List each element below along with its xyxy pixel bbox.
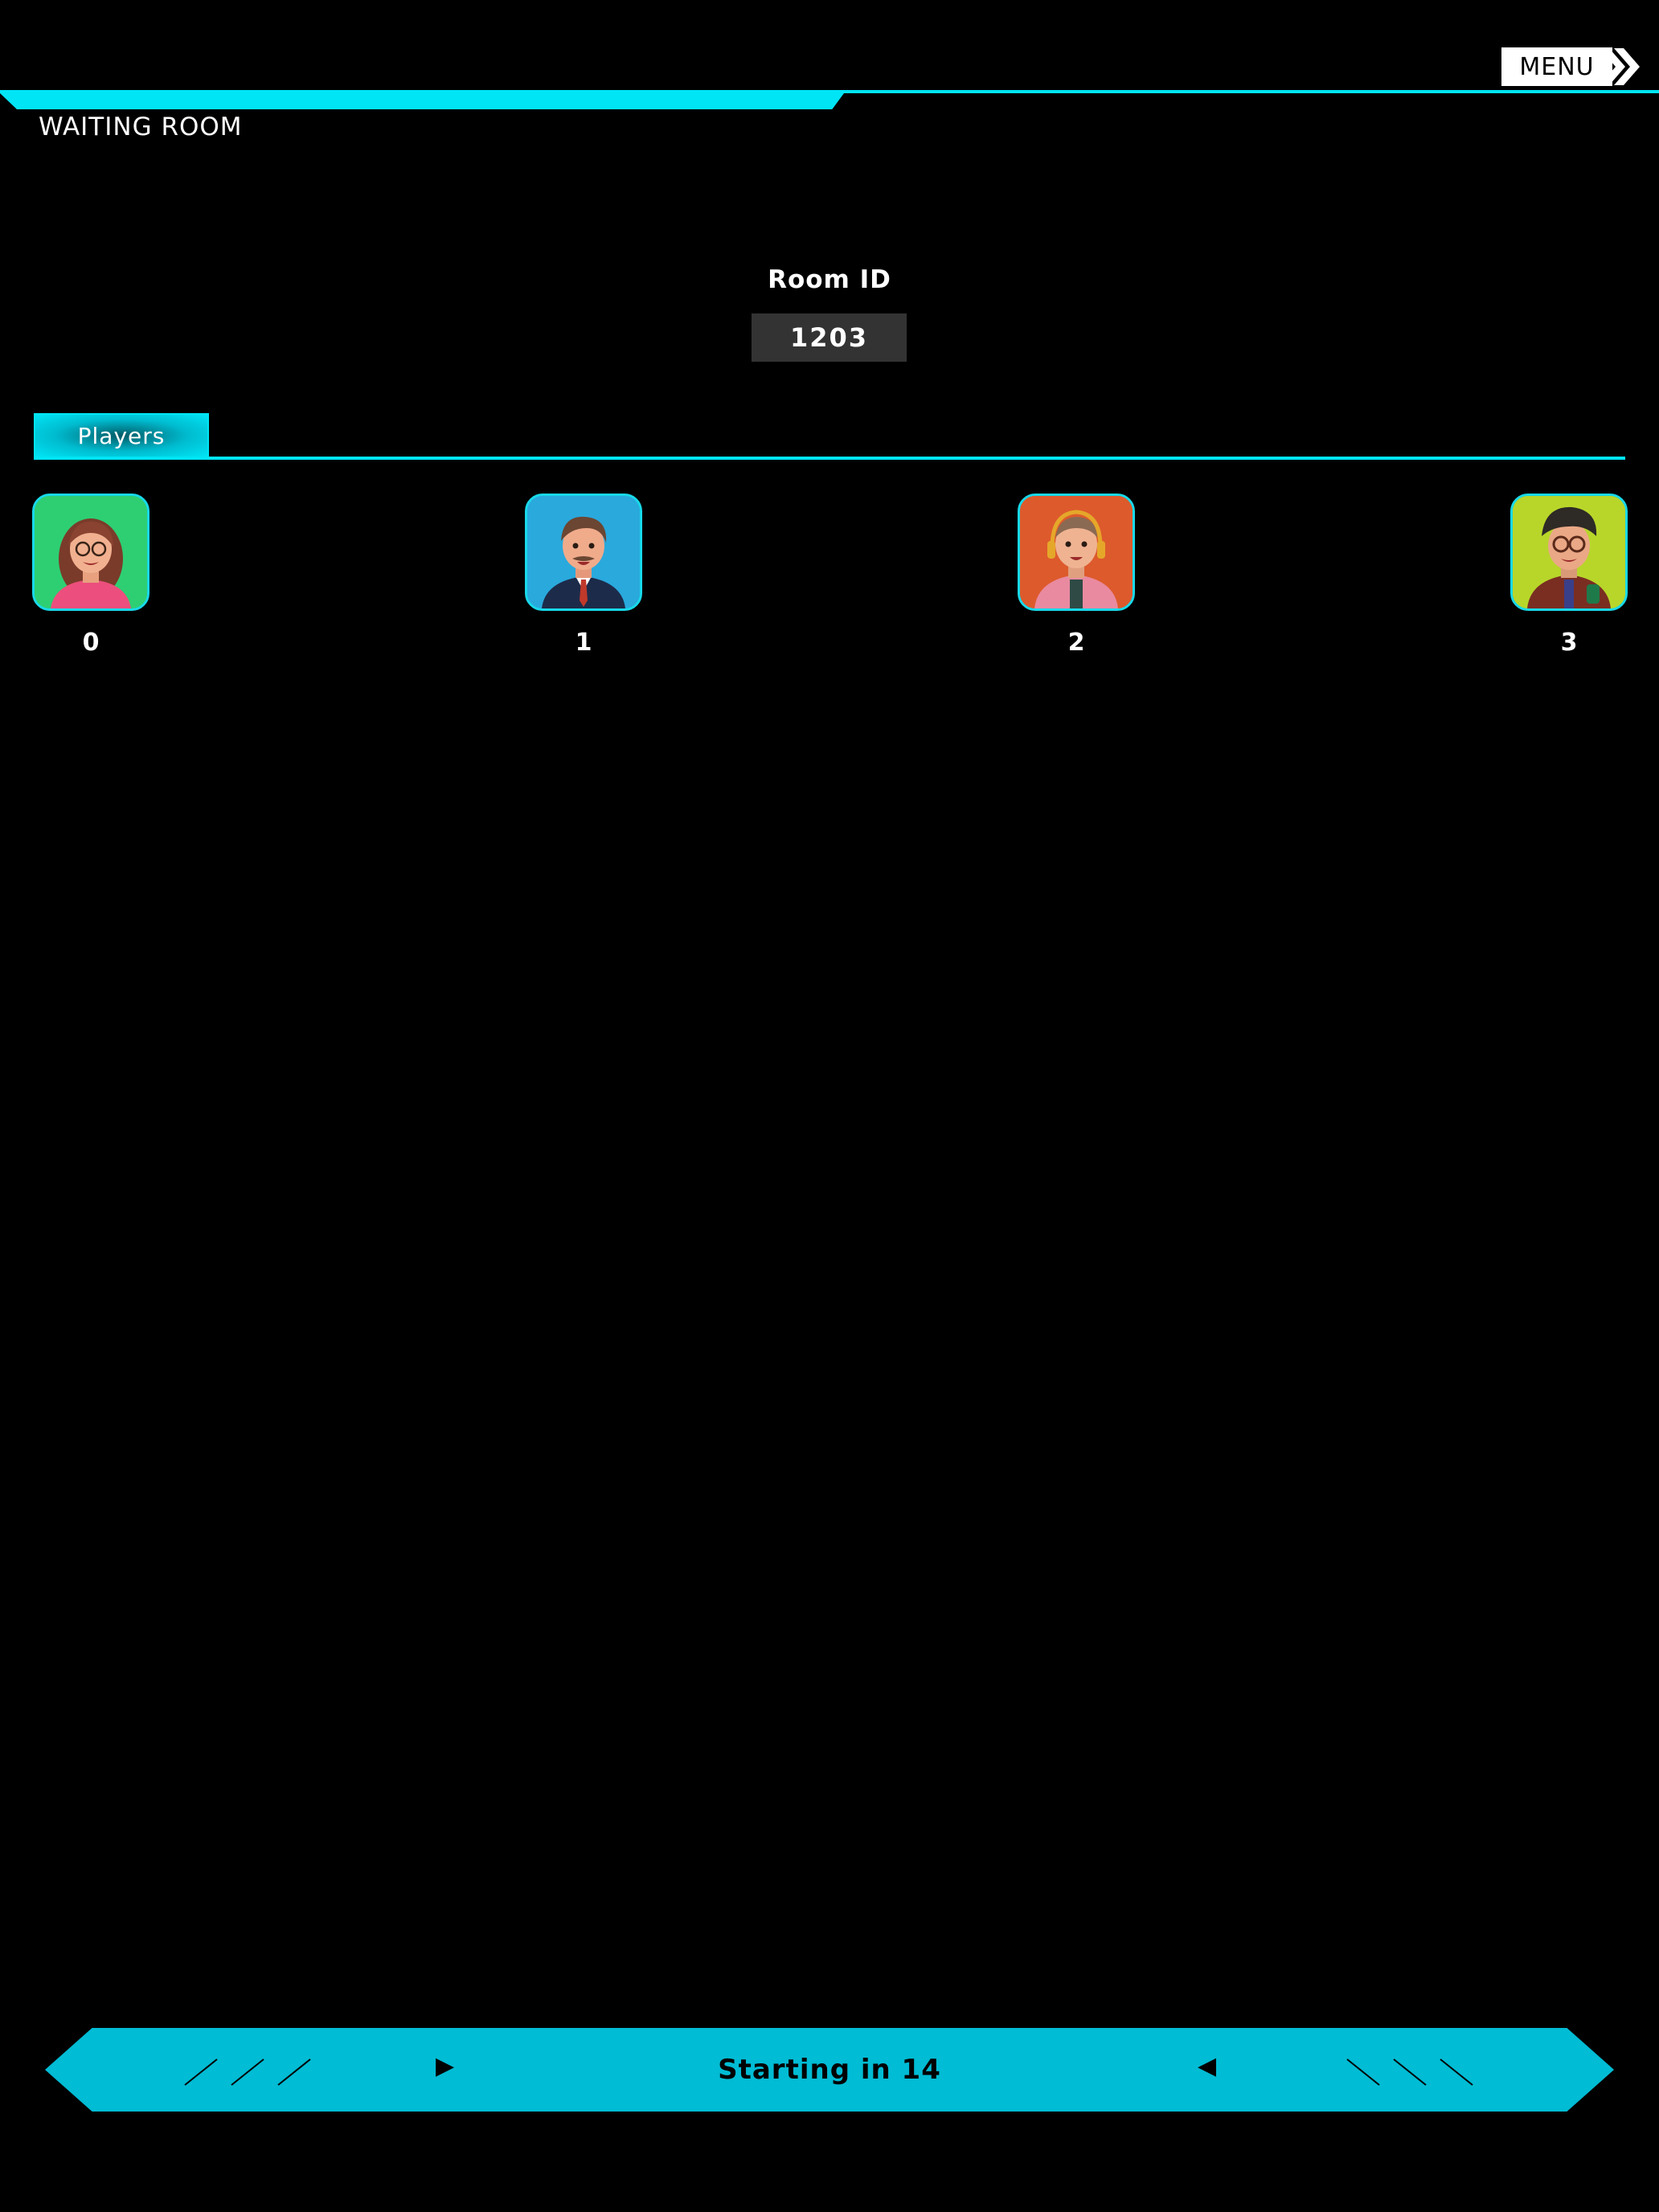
player-card[interactable]: 2 (1018, 494, 1135, 657)
screen-title: WAITING ROOM (39, 113, 243, 141)
double-chevron-right-icon (1600, 48, 1640, 85)
waiting-room-screen: WAITING ROOM MENU Room ID 1203 Players 0… (0, 0, 1659, 2212)
player-name: 2 (1067, 629, 1085, 657)
players-divider (34, 457, 1625, 460)
man-headphones-avatar (1018, 494, 1135, 611)
header-divider (0, 90, 1659, 93)
tab-players-label: Players (77, 422, 166, 449)
player-card[interactable]: 1 (525, 494, 642, 657)
countdown-text: Starting in 14 (718, 2054, 941, 2086)
player-name: 3 (1560, 629, 1578, 657)
player-card[interactable]: 3 (1510, 494, 1628, 657)
arrow-right-icon: ▶ (436, 2052, 455, 2080)
menu-button[interactable]: MENU (1501, 47, 1643, 87)
player-card[interactable]: 0 (32, 494, 150, 657)
room-id-value: 1203 (752, 313, 907, 362)
tab-players[interactable]: Players (34, 413, 209, 458)
slash-decoration-left (184, 2058, 311, 2086)
man-suit-avatar (525, 494, 642, 611)
player-name: 0 (82, 629, 100, 657)
slash-decoration-right (1346, 2058, 1473, 2086)
arrow-left-icon: ◀ (1198, 2052, 1217, 2080)
menu-button-label: MENU (1501, 47, 1612, 86)
header-accent-bar (0, 93, 844, 109)
man-beanie-glasses-avatar (1510, 494, 1628, 611)
woman-glasses-avatar (32, 494, 150, 611)
room-id-label: Room ID (768, 265, 891, 294)
player-name: 1 (575, 629, 592, 657)
